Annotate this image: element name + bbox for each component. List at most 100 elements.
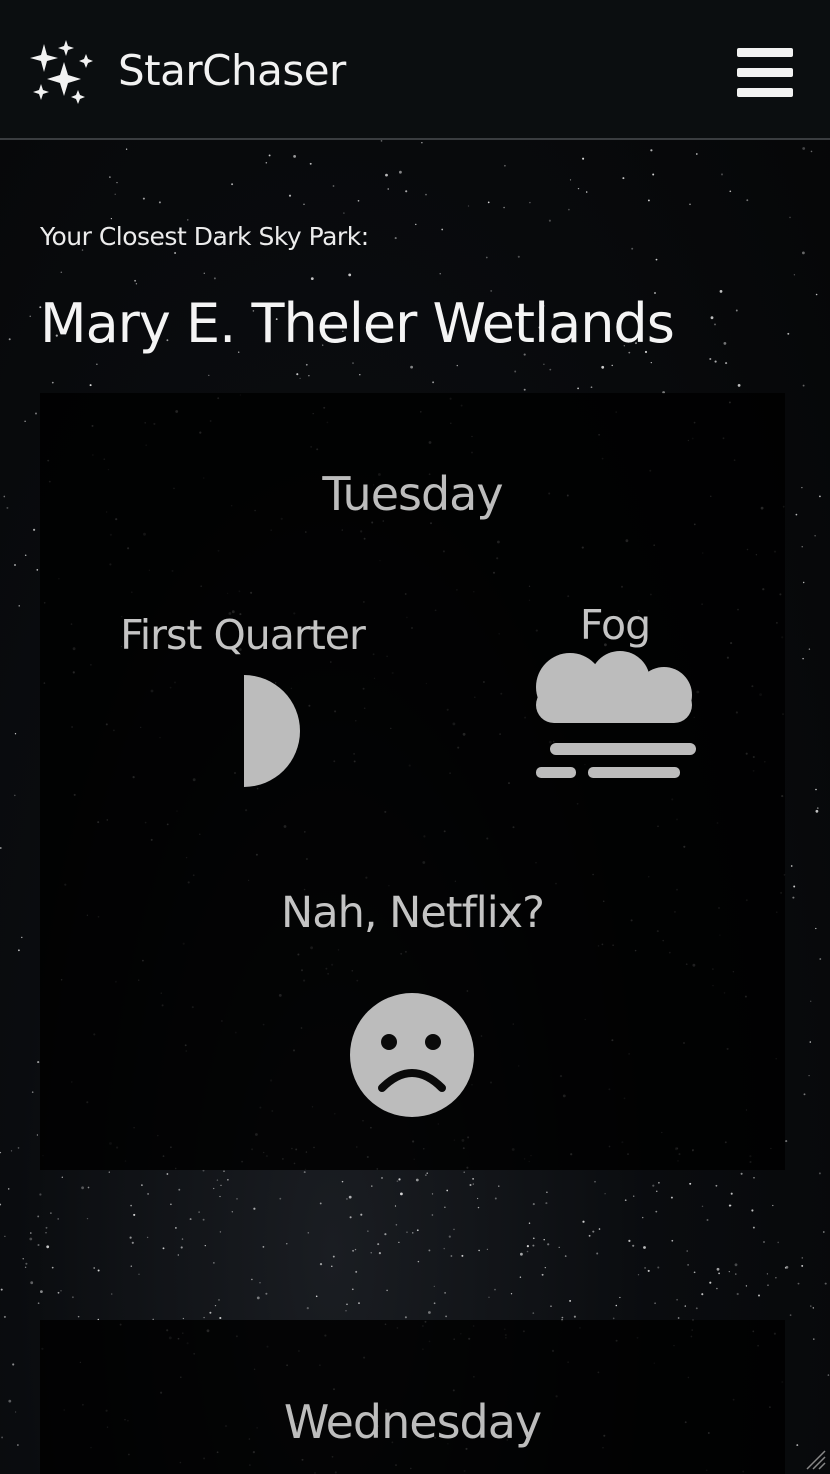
star-dot <box>487 201 490 204</box>
star-dot <box>810 1305 812 1307</box>
star-dot <box>812 1307 814 1309</box>
star-dot <box>400 1192 403 1196</box>
star-dot <box>14 794 16 797</box>
app-brand-title[interactable]: StarChaser <box>118 46 346 95</box>
star-dot <box>367 1230 369 1232</box>
star-dot <box>33 528 36 531</box>
hamburger-menu-button[interactable] <box>732 44 798 102</box>
star-dot <box>802 251 805 255</box>
star-dot <box>573 1315 576 1318</box>
star-dot <box>30 1232 32 1234</box>
star-dot <box>29 315 31 317</box>
star-dot <box>36 569 39 571</box>
star-dot <box>219 1316 222 1320</box>
star-dot <box>792 896 795 899</box>
star-dot <box>203 1316 205 1319</box>
star-dot <box>46 1245 50 1249</box>
day-title: Tuesday <box>322 467 503 521</box>
weather-label: Fog <box>579 601 651 649</box>
star-dot <box>86 1217 89 1220</box>
star-dot <box>514 370 517 373</box>
star-dot <box>735 309 738 312</box>
star-dot <box>299 377 301 380</box>
star-dot <box>0 847 2 849</box>
star-dot <box>77 1315 80 1318</box>
star-dot <box>24 420 26 422</box>
star-dot <box>60 1290 62 1292</box>
star-dot <box>425 193 427 196</box>
star-dot <box>558 1246 560 1249</box>
star-dot <box>142 197 145 200</box>
star-dot <box>677 1317 680 1319</box>
star-dot <box>35 412 37 415</box>
star-dot <box>0 1288 3 1291</box>
star-dot <box>331 1265 333 1268</box>
star-dot <box>709 1281 712 1284</box>
star-dot <box>219 1231 222 1233</box>
star-dot <box>632 1195 635 1197</box>
star-dot <box>319 1202 322 1205</box>
star-dot <box>433 1302 436 1305</box>
park-label: Your Closest Dark Sky Park: <box>40 222 369 251</box>
resize-grip-icon[interactable] <box>804 1448 826 1470</box>
star-dot <box>286 1243 288 1245</box>
star-dot <box>619 1296 621 1299</box>
star-dot <box>734 1263 738 1267</box>
star-dot <box>655 1210 658 1213</box>
star-dot <box>189 1218 192 1221</box>
star-dot <box>223 1170 225 1172</box>
star-dot <box>718 1272 720 1275</box>
star-dot <box>386 1289 388 1292</box>
star-dot <box>494 1288 496 1291</box>
star-dot <box>431 1214 434 1216</box>
star-dot <box>162 1247 165 1250</box>
star-dot <box>795 513 798 516</box>
star-dot <box>341 1180 344 1183</box>
star-dot <box>385 173 388 177</box>
star-dot <box>526 1245 529 1248</box>
star-dot <box>219 1195 221 1198</box>
star-dot <box>109 176 111 178</box>
star-dot <box>767 1284 769 1287</box>
star-dot <box>529 201 531 204</box>
star-dot <box>279 1197 282 1200</box>
top-navbar: StarChaser <box>0 0 830 140</box>
star-dot <box>612 1317 615 1320</box>
star-dot <box>532 1237 535 1240</box>
verdict-label: Nah, Netflix? <box>281 888 545 938</box>
star-dot <box>632 1244 635 1247</box>
star-dot <box>319 1263 323 1266</box>
star-dot <box>396 1180 399 1182</box>
star-dot <box>14 733 17 735</box>
star-dot <box>577 187 580 190</box>
star-dot <box>426 1172 428 1174</box>
star-dot <box>816 807 819 809</box>
star-dot <box>736 1292 739 1296</box>
sparkles-icon[interactable] <box>28 38 94 104</box>
star-dot <box>36 1134 39 1136</box>
star-dot <box>37 1243 40 1247</box>
star-dot <box>785 1140 788 1143</box>
star-dot <box>637 1274 640 1276</box>
star-dot <box>737 384 741 387</box>
star-dot <box>135 283 138 285</box>
sad-face-icon <box>350 993 474 1117</box>
star-dot <box>577 387 579 390</box>
star-dot <box>12 1363 15 1366</box>
star-dot <box>687 1264 689 1266</box>
star-dot <box>89 384 92 387</box>
star-dot <box>569 1299 572 1302</box>
star-dot <box>622 177 625 180</box>
star-dot <box>802 657 804 660</box>
star-dot <box>227 1179 229 1181</box>
star-dot <box>723 342 727 345</box>
star-dot <box>81 1186 84 1190</box>
star-dot <box>650 149 653 152</box>
star-dot <box>394 237 397 240</box>
day-title: Wednesday <box>283 1395 542 1449</box>
star-dot <box>3 1315 6 1318</box>
star-dot <box>370 1252 372 1254</box>
star-dot <box>114 193 116 195</box>
star-dot <box>170 1203 172 1206</box>
star-dot <box>158 201 161 204</box>
